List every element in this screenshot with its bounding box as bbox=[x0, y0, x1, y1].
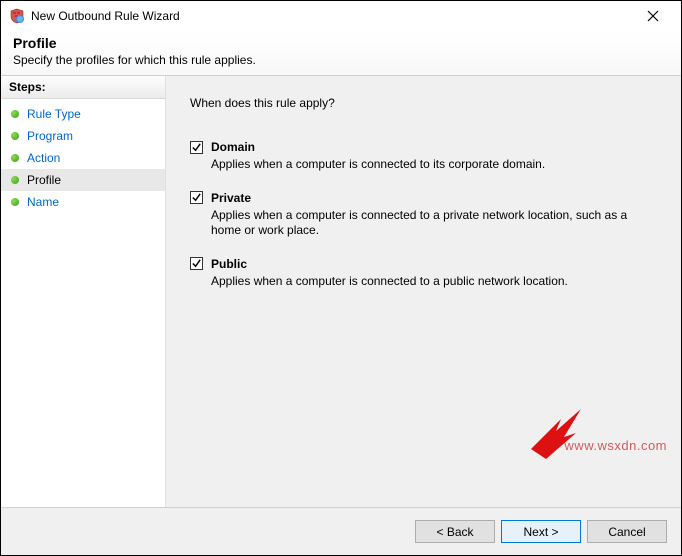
option-domain: Domain Applies when a computer is connec… bbox=[190, 140, 657, 173]
wizard-body: Steps: Rule Type Program Action Profile bbox=[1, 75, 681, 507]
check-icon bbox=[191, 142, 202, 153]
option-public: Public Applies when a computer is connec… bbox=[190, 257, 657, 290]
wizard-header: Profile Specify the profiles for which t… bbox=[1, 31, 681, 75]
step-profile[interactable]: Profile bbox=[1, 169, 165, 191]
check-icon bbox=[191, 192, 202, 203]
firewall-icon bbox=[9, 8, 25, 24]
option-label: Private bbox=[211, 191, 251, 205]
step-label: Rule Type bbox=[27, 107, 81, 121]
cancel-button[interactable]: Cancel bbox=[587, 520, 667, 543]
option-label: Domain bbox=[211, 140, 255, 154]
checkbox-public[interactable] bbox=[190, 257, 203, 270]
check-icon bbox=[191, 258, 202, 269]
bullet-icon bbox=[11, 110, 19, 118]
step-label: Program bbox=[27, 129, 73, 143]
steps-sidebar: Steps: Rule Type Program Action Profile bbox=[1, 76, 166, 507]
titlebar: New Outbound Rule Wizard bbox=[1, 1, 681, 31]
step-label: Name bbox=[27, 195, 59, 209]
checkbox-domain[interactable] bbox=[190, 141, 203, 154]
checkbox-private[interactable] bbox=[190, 191, 203, 204]
watermark-text: www.wsxdn.com bbox=[564, 438, 667, 453]
step-rule-type[interactable]: Rule Type bbox=[1, 103, 165, 125]
step-action[interactable]: Action bbox=[1, 147, 165, 169]
step-program[interactable]: Program bbox=[1, 125, 165, 147]
wizard-footer: < Back Next > Cancel bbox=[1, 507, 681, 555]
annotation-arrow-icon bbox=[526, 409, 586, 459]
option-description: Applies when a computer is connected to … bbox=[211, 208, 631, 239]
option-label: Public bbox=[211, 257, 247, 271]
page-subtitle: Specify the profiles for which this rule… bbox=[13, 53, 669, 67]
wizard-window: New Outbound Rule Wizard Profile Specify… bbox=[0, 0, 682, 556]
bullet-icon bbox=[11, 198, 19, 206]
bullet-icon bbox=[11, 176, 19, 184]
window-title: New Outbound Rule Wizard bbox=[31, 9, 633, 23]
bullet-icon bbox=[11, 132, 19, 140]
close-icon bbox=[647, 10, 659, 22]
step-label: Action bbox=[27, 151, 60, 165]
step-label: Profile bbox=[27, 173, 61, 187]
step-name[interactable]: Name bbox=[1, 191, 165, 213]
option-description: Applies when a computer is connected to … bbox=[211, 274, 631, 290]
steps-list: Rule Type Program Action Profile Name bbox=[1, 99, 165, 217]
steps-heading: Steps: bbox=[1, 76, 165, 99]
option-private: Private Applies when a computer is conne… bbox=[190, 191, 657, 239]
close-button[interactable] bbox=[633, 2, 673, 30]
page-title: Profile bbox=[13, 35, 669, 51]
option-description: Applies when a computer is connected to … bbox=[211, 157, 631, 173]
next-button[interactable]: Next > bbox=[501, 520, 581, 543]
bullet-icon bbox=[11, 154, 19, 162]
back-button[interactable]: < Back bbox=[415, 520, 495, 543]
question-text: When does this rule apply? bbox=[190, 96, 657, 110]
content-panel: When does this rule apply? Domain Applie… bbox=[166, 76, 681, 507]
